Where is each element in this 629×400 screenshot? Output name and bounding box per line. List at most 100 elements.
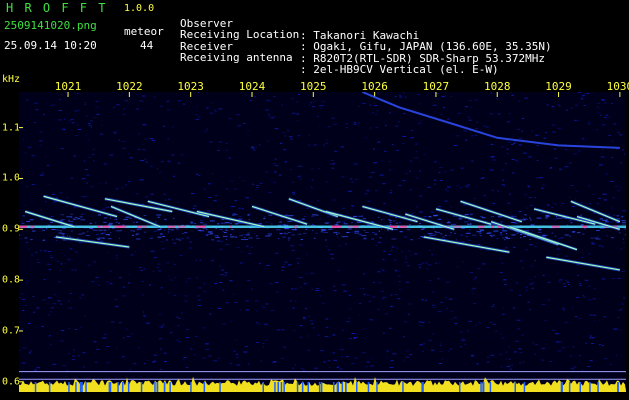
noise-speck [528, 244, 533, 246]
noise-speck [608, 135, 612, 136]
noise-speck [575, 190, 578, 192]
noise-speck [341, 284, 346, 286]
noise-speck [312, 214, 316, 216]
power-gap [169, 382, 171, 392]
noise-speck [90, 264, 92, 266]
noise-speck [136, 94, 138, 96]
noise-speck [343, 290, 347, 292]
noise-speck [198, 287, 202, 289]
noise-speck [325, 239, 327, 241]
noise-speck [142, 143, 145, 145]
noise-speck [415, 206, 418, 208]
noise-speck [296, 258, 301, 259]
noise-speck [172, 242, 177, 244]
noise-speck [438, 205, 442, 207]
noise-speck [562, 309, 565, 311]
noise-speck [340, 146, 345, 148]
noise-speck [380, 268, 383, 270]
noise-speck [128, 282, 131, 284]
noise-speck [162, 324, 165, 326]
noise-speck [611, 237, 614, 239]
noise-speck [617, 278, 621, 279]
noise-speck [408, 250, 411, 252]
noise-speck [581, 138, 585, 140]
noise-speck [575, 104, 578, 106]
power-gap [617, 382, 619, 392]
noise-speck [241, 251, 243, 253]
noise-speck [504, 236, 509, 238]
noise-speck [622, 223, 626, 225]
noise-speck [203, 283, 205, 285]
noise-speck [88, 156, 91, 158]
noise-speck [513, 143, 516, 144]
noise-speck [118, 222, 120, 224]
noise-speck [534, 353, 536, 355]
noise-speck [264, 267, 267, 269]
noise-speck [539, 177, 544, 179]
noise-speck [447, 221, 450, 222]
y-tick-label: 1.1 [2, 122, 21, 134]
noise-speck [507, 121, 510, 123]
noise-speck [348, 317, 351, 319]
noise-speck [52, 363, 57, 365]
noise-speck [501, 184, 505, 186]
noise-speck [611, 157, 614, 158]
noise-speck [293, 288, 298, 290]
noise-speck [311, 288, 315, 290]
noise-speck [355, 228, 357, 230]
noise-speck [171, 154, 175, 156]
noise-speck [574, 119, 577, 121]
noise-speck [89, 222, 92, 224]
noise-speck [104, 217, 108, 219]
noise-speck [359, 314, 361, 316]
noise-speck [122, 295, 126, 297]
noise-speck [172, 239, 174, 241]
noise-speck [40, 208, 42, 210]
noise-speck [467, 223, 472, 225]
carrier-peak [116, 225, 125, 228]
noise-speck [333, 163, 335, 164]
noise-speck [545, 214, 550, 216]
noise-speck [268, 115, 272, 117]
noise-speck [39, 250, 42, 251]
noise-speck [359, 233, 361, 235]
noise-speck [291, 191, 296, 193]
noise-speck [349, 338, 352, 339]
noise-speck [580, 224, 583, 226]
noise-speck [383, 332, 385, 334]
noise-speck [131, 240, 133, 242]
noise-speck [432, 304, 436, 306]
noise-speck [447, 118, 450, 120]
noise-speck [113, 131, 117, 133]
noise-speck [274, 181, 276, 183]
noise-speck [232, 214, 236, 216]
noise-speck [502, 237, 505, 239]
noise-speck [52, 104, 56, 106]
noise-speck [297, 120, 299, 121]
noise-speck [82, 366, 85, 368]
noise-speck [216, 240, 221, 242]
noise-speck [98, 237, 103, 239]
noise-speck [389, 219, 392, 221]
power-gap [356, 382, 358, 392]
noise-speck [19, 179, 22, 181]
noise-speck [569, 355, 573, 357]
noise-speck [299, 325, 303, 327]
noise-speck [195, 119, 200, 120]
noise-speck [159, 369, 162, 370]
noise-speck [394, 269, 397, 271]
noise-speck [510, 222, 516, 223]
noise-speck [354, 337, 358, 339]
power-gap [480, 382, 482, 392]
noise-speck [532, 282, 534, 284]
noise-speck [218, 141, 223, 143]
noise-speck [150, 250, 155, 252]
noise-speck [107, 224, 112, 226]
noise-speck [390, 360, 394, 362]
noise-speck [36, 307, 40, 309]
noise-speck [133, 221, 135, 223]
noise-speck [621, 308, 623, 310]
noise-speck [148, 284, 152, 286]
noise-speck [460, 331, 463, 333]
noise-speck [89, 211, 91, 213]
